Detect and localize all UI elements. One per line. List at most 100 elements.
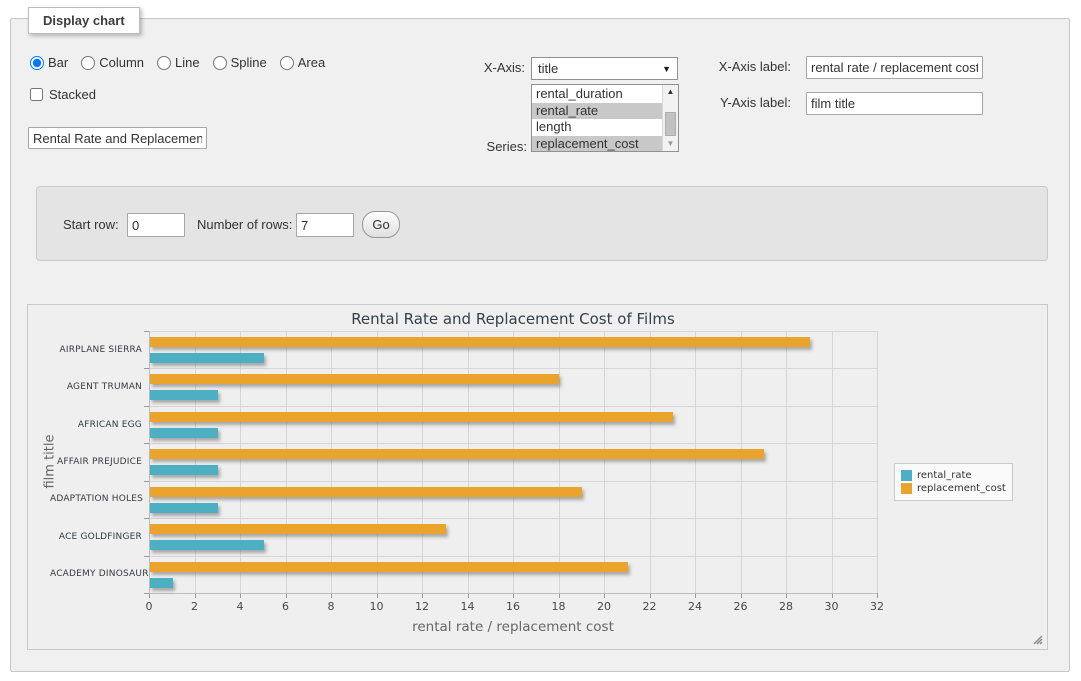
bar-replacement_cost-2 — [150, 412, 673, 422]
bar-rental_rate-3 — [150, 465, 218, 475]
category-label: AIRPLANE SIERRA — [50, 345, 142, 355]
y-axis-label-label: Y-Axis label: — [691, 95, 791, 110]
category-label: AFFAIR PREJUDICE — [50, 457, 142, 467]
gridline — [286, 331, 287, 593]
x-tick-label: 6 — [282, 600, 289, 613]
chart-type-radio-line[interactable] — [157, 56, 171, 70]
series-option-rental_rate[interactable]: rental_rate — [532, 103, 662, 120]
gridline — [149, 331, 877, 332]
x-axis-tick — [877, 593, 878, 598]
chart-type-radio-label: Column — [99, 55, 144, 70]
bar-rental_rate-6 — [150, 578, 173, 588]
series-option-length[interactable]: length — [532, 119, 662, 136]
chevron-down-icon: ▼ — [662, 64, 671, 74]
bar-replacement_cost-1 — [150, 374, 559, 384]
chart-type-radio-label: Area — [298, 55, 325, 70]
legend-swatch — [901, 470, 912, 481]
gridline — [149, 443, 877, 444]
resize-grip-icon[interactable] — [1031, 633, 1043, 645]
gridline — [513, 331, 514, 593]
scroll-up-icon[interactable]: ▲ — [663, 87, 678, 97]
gridline — [195, 331, 196, 593]
bar-rental_rate-1 — [150, 390, 218, 400]
x-tick-label: 10 — [370, 600, 384, 613]
chart-name-input[interactable] — [28, 127, 207, 149]
start-row-input[interactable] — [127, 213, 185, 237]
bar-rental_rate-2 — [150, 428, 218, 438]
gridline — [695, 331, 696, 593]
gridline — [149, 556, 877, 557]
category-label: ACADEMY DINOSAUR — [50, 569, 142, 579]
chart-title: Rental Rate and Replacement Cost of Film… — [351, 310, 675, 328]
x-axis-select-label: X-Axis: — [425, 60, 525, 75]
legend-swatch — [901, 483, 912, 494]
number-of-rows-label: Number of rows: — [197, 217, 292, 232]
chart-type-option-spline: Spline — [213, 55, 267, 70]
go-button[interactable]: Go — [362, 211, 400, 238]
chart-type-radio-label: Line — [175, 55, 200, 70]
y-axis-line — [149, 331, 150, 593]
x-axis-label-input[interactable] — [806, 56, 983, 79]
gridline — [832, 331, 833, 593]
category-label: ACE GOLDFINGER — [50, 532, 142, 542]
chart-type-option-area: Area — [280, 55, 325, 70]
legend-item-rental_rate[interactable]: rental_rate — [901, 470, 1006, 481]
chart-type-radio-area[interactable] — [280, 56, 294, 70]
x-tick-label: 32 — [870, 600, 884, 613]
x-tick-label: 22 — [643, 600, 657, 613]
start-row-label: Start row: — [63, 217, 119, 232]
chart-type-radio-column[interactable] — [81, 56, 95, 70]
y-axis-title: film title — [43, 432, 58, 492]
series-option-rental_duration[interactable]: rental_duration — [532, 86, 662, 103]
x-tick-label: 18 — [552, 600, 566, 613]
bar-replacement_cost-4 — [150, 487, 582, 497]
series-scrollbar[interactable]: ▲ ▼ — [662, 85, 678, 151]
x-tick-label: 24 — [688, 600, 702, 613]
stacked-label: Stacked — [49, 87, 96, 102]
series-option-replacement_cost[interactable]: replacement_cost — [532, 136, 662, 153]
x-tick-label: 8 — [328, 600, 335, 613]
series-multiselect[interactable]: rental_durationrental_ratelengthreplacem… — [531, 84, 679, 152]
gridline — [149, 406, 877, 407]
gridline — [559, 331, 560, 593]
bar-replacement_cost-5 — [150, 524, 446, 534]
x-axis-select[interactable]: title ▼ — [531, 57, 678, 80]
scroll-down-icon[interactable]: ▼ — [663, 139, 678, 149]
chart-type-option-bar: Bar — [30, 55, 68, 70]
gridline — [422, 331, 423, 593]
gridline — [877, 331, 878, 593]
chart-type-radio-spline[interactable] — [213, 56, 227, 70]
chart-type-radio-bar[interactable] — [30, 56, 44, 70]
x-tick-label: 20 — [597, 600, 611, 613]
category-label: ADAPTATION HOLES — [50, 494, 142, 504]
y-axis-label-input[interactable] — [806, 92, 983, 115]
gridline — [741, 331, 742, 593]
chart-type-radio-label: Bar — [48, 55, 68, 70]
x-axis-select-value: title — [538, 61, 558, 76]
bar-rental_rate-0 — [150, 353, 264, 363]
x-axis-title: rental rate / replacement cost — [412, 619, 614, 635]
gridline — [149, 518, 877, 519]
gridline — [149, 368, 877, 369]
bar-rental_rate-5 — [150, 540, 264, 550]
gridline — [786, 331, 787, 593]
x-axis-line — [149, 593, 877, 594]
gridline — [240, 331, 241, 593]
scroll-thumb[interactable] — [665, 112, 676, 136]
chart-type-option-column: Column — [81, 55, 144, 70]
chart-type-option-line: Line — [157, 55, 200, 70]
x-tick-label: 30 — [825, 600, 839, 613]
x-tick-label: 2 — [191, 600, 198, 613]
legend-label: rental_rate — [917, 470, 972, 481]
bar-rental_rate-4 — [150, 503, 218, 513]
gridline — [604, 331, 605, 593]
x-tick-label: 14 — [461, 600, 475, 613]
category-label: AGENT TRUMAN — [50, 382, 142, 392]
chart-type-radio-label: Spline — [231, 55, 267, 70]
x-tick-label: 4 — [237, 600, 244, 613]
number-of-rows-input[interactable] — [296, 213, 354, 237]
stacked-checkbox[interactable] — [30, 88, 43, 101]
legend-item-replacement_cost[interactable]: replacement_cost — [901, 483, 1006, 494]
chart-legend: rental_rate replacement_cost — [894, 463, 1013, 501]
bar-replacement_cost-6 — [150, 562, 628, 572]
